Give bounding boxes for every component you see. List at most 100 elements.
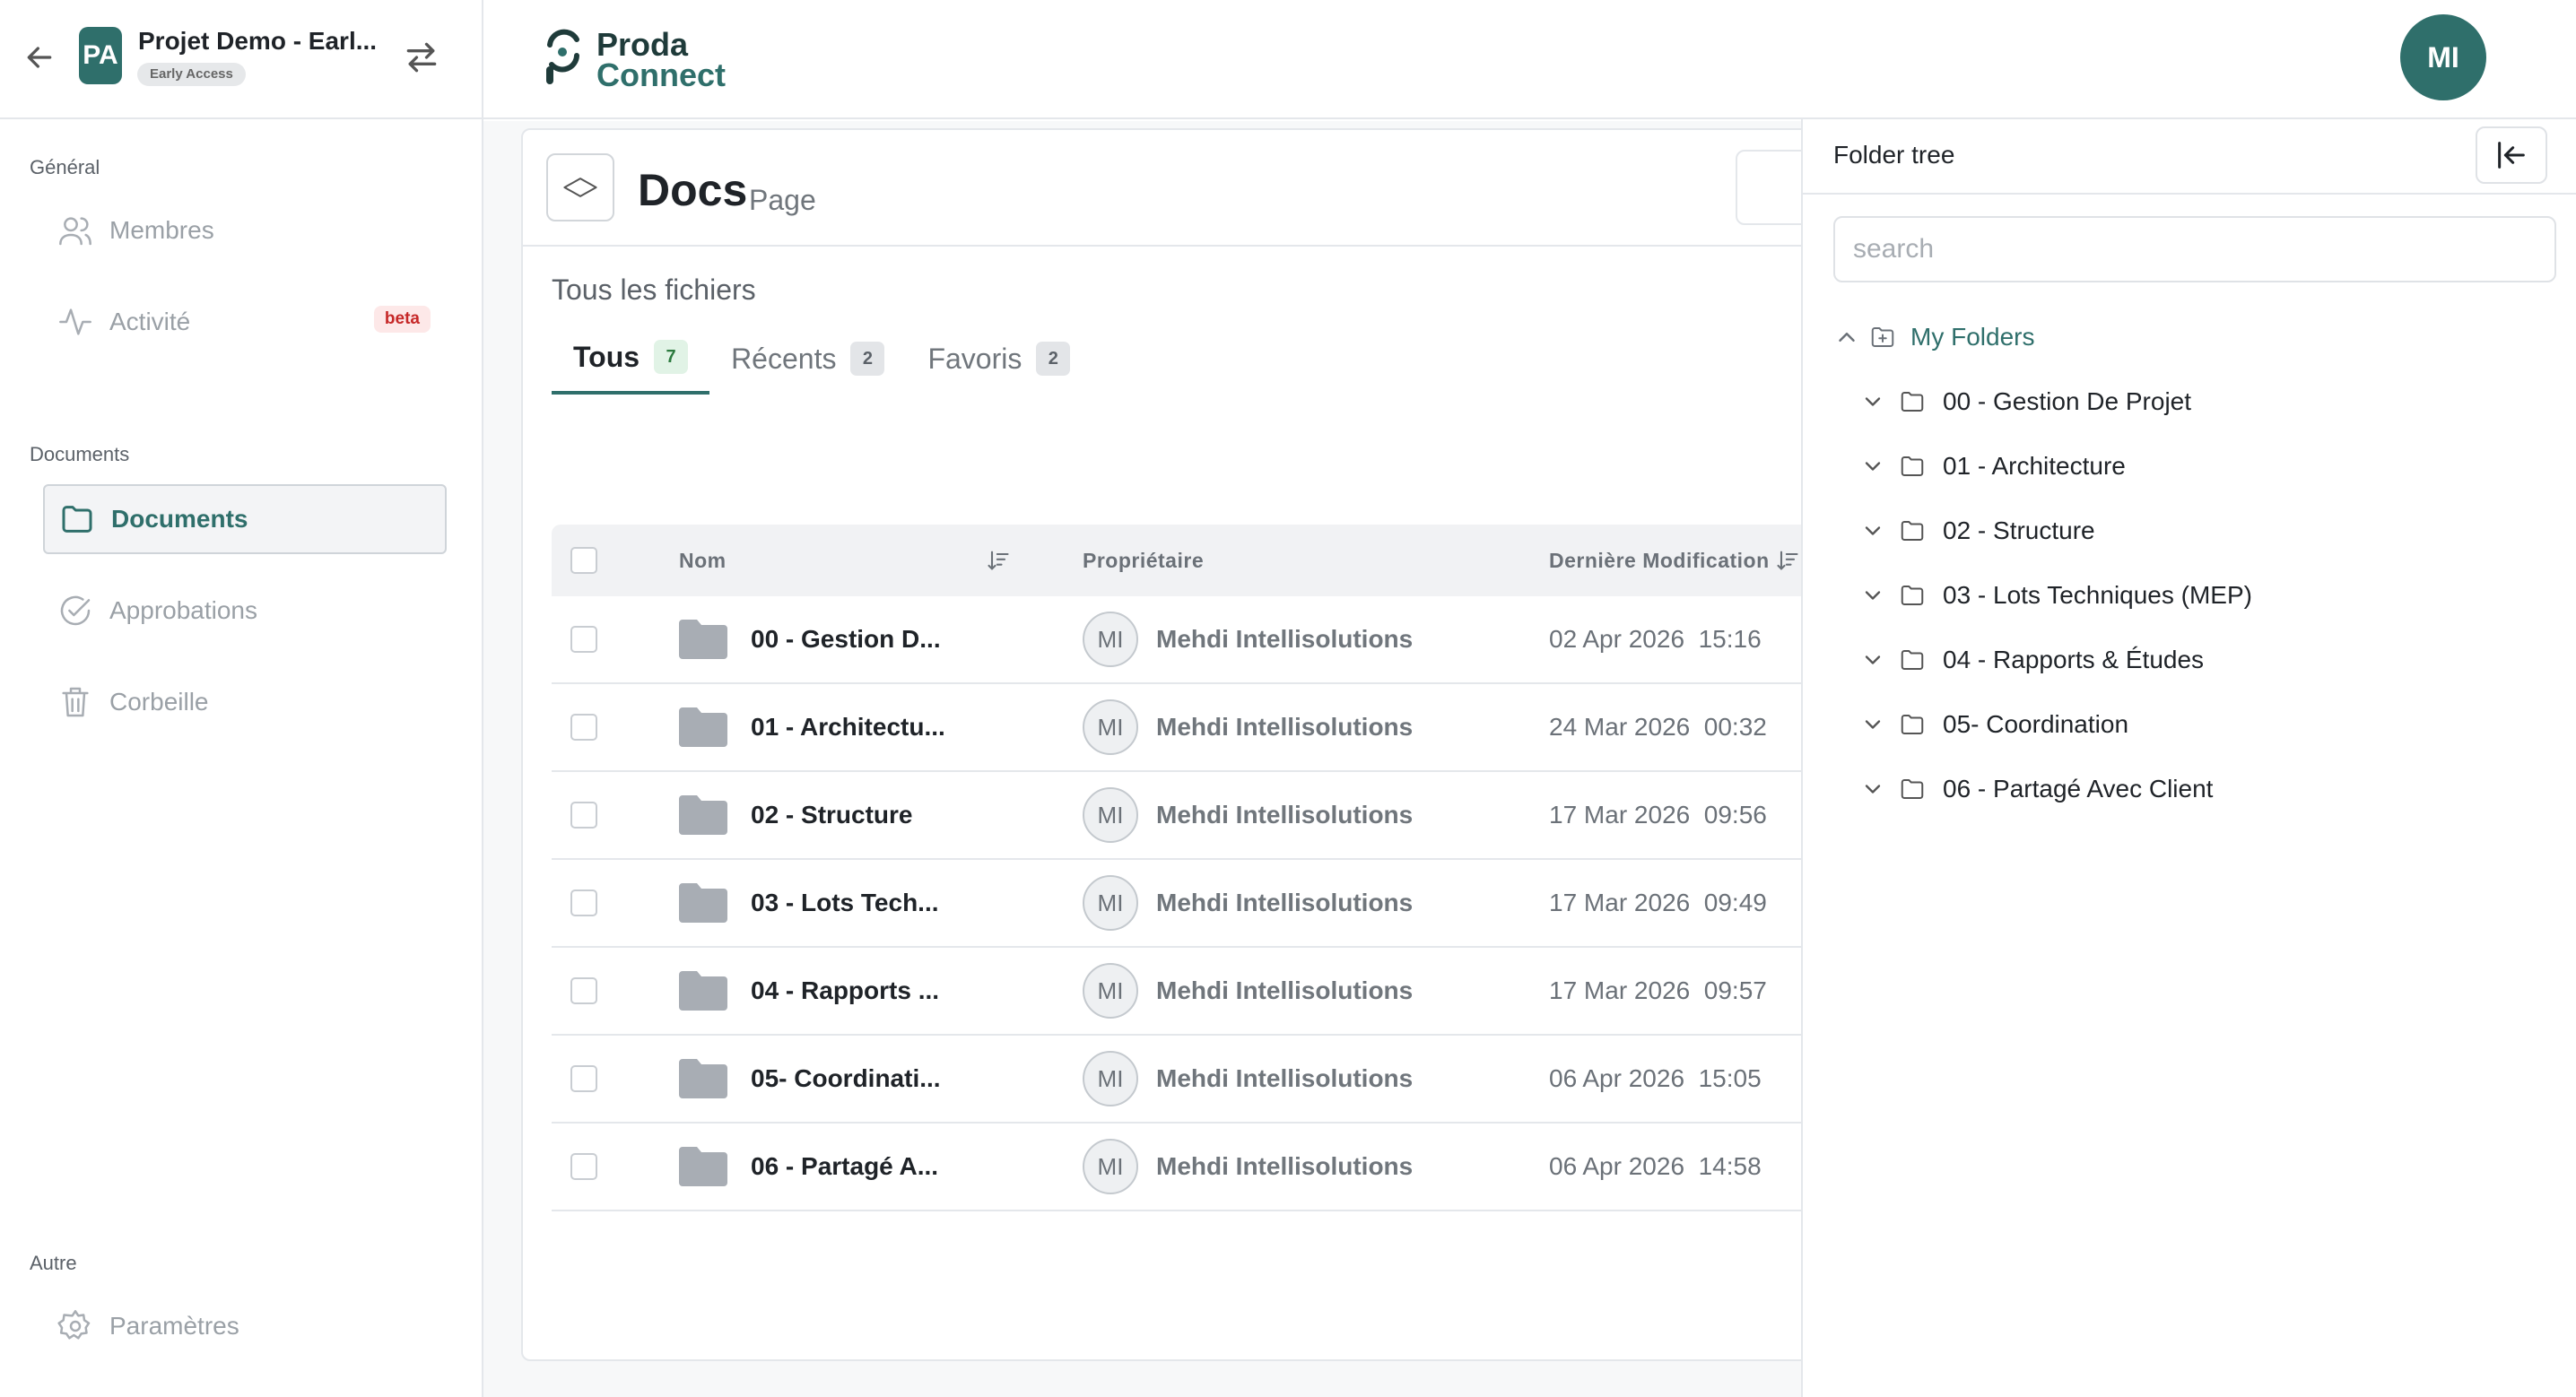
- sidebar-item-label: Corbeille: [109, 688, 209, 716]
- modified-date: 06 Apr 2026 15:05: [1549, 1064, 1762, 1092]
- tab-label: Favoris: [927, 342, 1023, 375]
- file-name[interactable]: 04 - Rapports ...: [751, 976, 939, 1005]
- owner-avatar: MI: [1083, 787, 1138, 843]
- sidebar-item-approbations[interactable]: Approbations: [43, 576, 447, 646]
- row-checkbox[interactable]: [570, 1065, 597, 1092]
- owner-avatar: MI: [1083, 1051, 1138, 1106]
- table-row[interactable]: 01 - Architectu... MI Mehdi Intellisolutio…: [552, 684, 1838, 772]
- table-row[interactable]: 02 - Structure MI Mehdi Intellisolutions 17…: [552, 772, 1838, 860]
- tree-node[interactable]: 00 - Gestion De Projet: [1860, 379, 2191, 424]
- folder-icon: [1898, 517, 1927, 544]
- row-checkbox[interactable]: [570, 1153, 597, 1180]
- chevron-down-icon[interactable]: [1860, 389, 1885, 414]
- chevron-down-icon[interactable]: [1860, 777, 1885, 802]
- chevron-down-icon[interactable]: [1860, 518, 1885, 543]
- chevron-down-icon[interactable]: [1860, 712, 1885, 737]
- back-arrow-icon[interactable]: [22, 39, 57, 75]
- folder-tree-search-input[interactable]: [1833, 216, 2556, 282]
- folder-icon: [679, 620, 727, 659]
- owner-name: Mehdi Intellisolutions: [1156, 625, 1414, 653]
- collapse-panel-button[interactable]: [2476, 126, 2547, 184]
- owner-avatar: MI: [1083, 699, 1138, 755]
- sidebar-item-activite[interactable]: Activité beta: [43, 287, 447, 357]
- owner-name: Mehdi Intellisolutions: [1156, 713, 1414, 741]
- file-name[interactable]: 02 - Structure: [751, 801, 913, 829]
- row-checkbox[interactable]: [570, 802, 597, 829]
- chevron-down-icon[interactable]: [1860, 583, 1885, 608]
- chevron-down-icon[interactable]: [1860, 454, 1885, 479]
- owner-name: Mehdi Intellisolutions: [1156, 1064, 1414, 1092]
- check-circle-icon: [57, 593, 93, 629]
- file-name[interactable]: 03 - Lots Tech...: [751, 889, 939, 917]
- user-avatar[interactable]: MI: [2400, 14, 2486, 100]
- sidebar-item-corbeille[interactable]: Corbeille: [43, 667, 447, 737]
- chevron-up-icon[interactable]: [1833, 324, 1860, 351]
- file-name[interactable]: 01 - Architectu...: [751, 713, 945, 742]
- sort-icon[interactable]: [986, 548, 1011, 573]
- section-general-label: Général: [30, 156, 100, 178]
- page-subtitle: Page: [749, 184, 816, 216]
- beta-badge: beta: [373, 306, 431, 333]
- tab-tous[interactable]: Tous 7: [552, 323, 710, 395]
- sidebar-item-parametres[interactable]: Paramètres: [43, 1291, 447, 1361]
- sort-icon[interactable]: [1775, 548, 1800, 573]
- tab-count: 2: [850, 342, 885, 376]
- page-header: Docs Page: [523, 130, 1838, 247]
- row-checkbox[interactable]: [570, 714, 597, 741]
- tree-node[interactable]: 03 - Lots Techniques (MEP): [1860, 573, 2252, 618]
- row-checkbox[interactable]: [570, 977, 597, 1004]
- chevron-down-icon[interactable]: [1860, 647, 1885, 672]
- gear-icon: [57, 1308, 93, 1344]
- table-row[interactable]: 06 - Partagé A... MI Mehdi Intellisolution…: [552, 1124, 1838, 1211]
- tree-node[interactable]: 06 - Partagé Avec Client: [1860, 767, 2213, 811]
- tree-node-label: 06 - Partagé Avec Client: [1943, 775, 2214, 803]
- trash-icon: [57, 684, 93, 720]
- file-name[interactable]: 05- Coordinati...: [751, 1064, 941, 1093]
- activity-icon: [57, 304, 93, 340]
- folder-tree-header: Folder tree: [1803, 119, 2576, 195]
- page-type-icon[interactable]: [546, 153, 614, 221]
- row-checkbox[interactable]: [570, 626, 597, 653]
- table-row[interactable]: 00 - Gestion D... MI Mehdi Intellisolution…: [552, 596, 1838, 684]
- sidebar-item-documents[interactable]: Documents: [43, 484, 447, 554]
- table-header: Nom Propriétaire Dernière Modification: [552, 525, 1838, 596]
- folder-tree-title: Folder tree: [1833, 141, 1955, 169]
- file-name[interactable]: 00 - Gestion D...: [751, 625, 941, 654]
- modified-date: 06 Apr 2026 14:58: [1549, 1152, 1762, 1180]
- tab-label: Récents: [731, 342, 837, 375]
- folder-icon: [679, 795, 727, 835]
- tree-node[interactable]: 01 - Architecture: [1860, 444, 2126, 489]
- tab-recents[interactable]: Récents 2: [709, 323, 906, 395]
- owner-avatar: MI: [1083, 612, 1138, 667]
- col-modified-header[interactable]: Dernière Modification: [1549, 549, 1770, 573]
- folder-icon: [1898, 453, 1927, 480]
- modified-date: 24 Mar 2026 00:32: [1549, 713, 1767, 741]
- project-avatar[interactable]: PA: [79, 27, 122, 84]
- sidebar-item-membres[interactable]: Membres: [43, 195, 447, 265]
- tree-root-label: My Folders: [1910, 323, 2035, 351]
- table-row[interactable]: 05- Coordinati... MI Mehdi Intellisolution…: [552, 1036, 1838, 1124]
- tree-node[interactable]: 05- Coordination: [1860, 702, 2128, 747]
- project-name[interactable]: Projet Demo - Earl...: [138, 27, 377, 56]
- folder-tree-panel: Folder tree My Folders 00 - Gestion De P…: [1801, 119, 2576, 1397]
- collapse-left-icon: [2493, 137, 2529, 173]
- tree-node[interactable]: 04 - Rapports & Études: [1860, 638, 2204, 682]
- tree-node-label: 03 - Lots Techniques (MEP): [1943, 581, 2252, 609]
- col-name-header[interactable]: Nom: [679, 549, 727, 573]
- switch-project-icon[interactable]: [402, 38, 441, 77]
- modified-date: 02 Apr 2026 15:16: [1549, 625, 1762, 653]
- select-all-checkbox[interactable]: [570, 547, 597, 574]
- proda-connect-logo[interactable]: Proda Connect: [541, 25, 765, 90]
- tree-root-my-folders[interactable]: My Folders: [1833, 315, 2034, 360]
- col-owner-header[interactable]: Propriétaire: [1083, 549, 1549, 573]
- table-row[interactable]: 04 - Rapports ... MI Mehdi Intellisolution…: [552, 948, 1838, 1036]
- row-checkbox[interactable]: [570, 889, 597, 916]
- sidebar-item-label: Documents: [111, 505, 248, 533]
- file-name[interactable]: 06 - Partagé A...: [751, 1152, 938, 1181]
- logo-line2: Connect: [596, 56, 726, 90]
- folder-icon: [1898, 646, 1927, 673]
- tree-node[interactable]: 02 - Structure: [1860, 508, 2095, 553]
- tab-favoris[interactable]: Favoris 2: [906, 323, 1092, 395]
- page-title: Docs: [638, 165, 748, 215]
- table-row[interactable]: 03 - Lots Tech... MI Mehdi Intellisolution…: [552, 860, 1838, 948]
